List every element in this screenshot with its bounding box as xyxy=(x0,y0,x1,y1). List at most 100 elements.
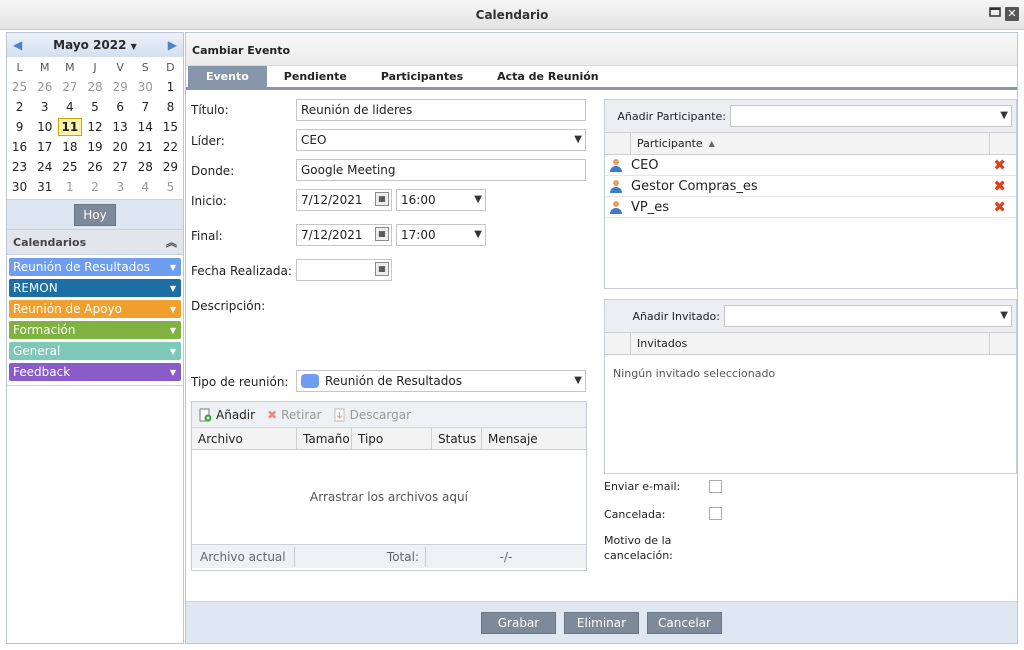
calendar-day[interactable]: 12 xyxy=(82,117,107,137)
donde-input[interactable]: Google Meeting xyxy=(296,159,586,181)
calendar-day[interactable]: 26 xyxy=(82,157,107,177)
calendar-day[interactable]: 6 xyxy=(108,97,133,117)
col-participante[interactable]: Participante ▲ xyxy=(631,133,990,154)
calendar-day[interactable]: 30 xyxy=(133,77,158,97)
final-time-select[interactable]: 17:00 ▼ xyxy=(396,224,486,246)
cancelada-checkbox[interactable] xyxy=(709,507,722,520)
lider-select[interactable]: CEO ▼ xyxy=(296,129,586,151)
final-date-input[interactable]: 7/12/2021 ▦ xyxy=(296,224,392,246)
calendar-day[interactable]: 3 xyxy=(32,97,57,117)
cancel-button[interactable]: Cancelar xyxy=(647,611,722,634)
calendar-day[interactable]: 14 xyxy=(133,117,158,137)
col-mensaje[interactable]: Mensaje xyxy=(482,428,586,449)
calendar-day[interactable]: 28 xyxy=(82,77,107,97)
save-button[interactable]: Grabar xyxy=(481,611,556,634)
participant-row[interactable]: CEO ✖ xyxy=(605,155,1016,176)
today-button[interactable]: Hoy xyxy=(74,203,116,226)
calendar-item[interactable]: Feedback ▼ xyxy=(9,363,181,381)
calendar-day[interactable]: 29 xyxy=(158,157,183,177)
calendar-item[interactable]: Reunión de Apoyo ▼ xyxy=(9,300,181,318)
inicio-date-input[interactable]: 7/12/2021 ▦ xyxy=(296,189,392,211)
collapse-icon[interactable]: ︽ xyxy=(166,234,177,250)
calendar-item[interactable]: Formación ▼ xyxy=(9,321,181,339)
calendar-day[interactable]: 27 xyxy=(57,77,82,97)
calendar-item[interactable]: Reunión de Resultados ▼ xyxy=(9,258,181,276)
calendar-day[interactable]: 25 xyxy=(57,157,82,177)
col-status[interactable]: Status xyxy=(432,428,482,449)
calendar-day[interactable]: 29 xyxy=(108,77,133,97)
calendar-day[interactable]: 1 xyxy=(57,177,82,197)
calendar-day[interactable]: 4 xyxy=(133,177,158,197)
participant-row[interactable]: VP_es ✖ xyxy=(605,197,1016,218)
calendar-day[interactable]: 21 xyxy=(133,137,158,157)
calendar-day[interactable]: 26 xyxy=(32,77,57,97)
download-file-button[interactable]: Descargar xyxy=(334,408,411,422)
calendars-header[interactable]: Calendarios ︽ xyxy=(7,229,183,255)
calendar-picker-icon[interactable]: ▦ xyxy=(375,192,389,206)
delete-button[interactable]: Eliminar xyxy=(564,611,639,634)
calendar-day[interactable]: 31 xyxy=(32,177,57,197)
close-icon[interactable]: ✕ xyxy=(1005,7,1019,21)
delete-participant-icon[interactable]: ✖ xyxy=(993,156,1006,174)
calendar-day[interactable]: 15 xyxy=(158,117,183,137)
calendar-day[interactable]: 10 xyxy=(32,117,57,137)
month-selector[interactable]: Mayo 2022 ▼ xyxy=(53,38,137,52)
delete-participant-icon[interactable]: ✖ xyxy=(993,177,1006,195)
calendar-day[interactable]: 5 xyxy=(158,177,183,197)
inicio-time-select[interactable]: 16:00 ▼ xyxy=(396,189,486,211)
chevron-down-icon[interactable]: ▼ xyxy=(170,368,176,377)
fecha-realizada-input[interactable]: ▦ xyxy=(296,259,392,281)
tab-acta[interactable]: Acta de Reunión xyxy=(480,66,615,87)
calendar-day[interactable]: 27 xyxy=(108,157,133,177)
calendar-day[interactable]: 1 xyxy=(158,77,183,97)
calendar-day[interactable]: 13 xyxy=(108,117,133,137)
calendar-day-today[interactable]: 11 xyxy=(57,117,83,137)
calendar-day[interactable]: 4 xyxy=(57,97,82,117)
calendar-day[interactable]: 25 xyxy=(7,77,32,97)
calendar-day[interactable]: 30 xyxy=(7,177,32,197)
chevron-down-icon[interactable]: ▼ xyxy=(170,263,176,272)
restore-icon[interactable] xyxy=(988,7,1002,21)
calendar-day[interactable]: 16 xyxy=(7,137,32,157)
tab-pendiente[interactable]: Pendiente xyxy=(267,66,364,87)
col-tamano[interactable]: Tamaño xyxy=(297,428,352,449)
tab-evento[interactable]: Evento xyxy=(188,66,267,87)
col-tipo[interactable]: Tipo xyxy=(352,428,432,449)
file-drop-zone[interactable]: Arrastrar los archivos aquí xyxy=(192,450,586,544)
chevron-down-icon[interactable]: ▼ xyxy=(170,284,176,293)
add-participant-select[interactable]: ▼ xyxy=(730,105,1012,127)
add-guest-select[interactable]: ▼ xyxy=(724,305,1012,327)
participant-row[interactable]: Gestor Compras_es ✖ xyxy=(605,176,1016,197)
calendar-day[interactable]: 2 xyxy=(82,177,107,197)
calendar-day[interactable]: 9 xyxy=(7,117,32,137)
add-file-button[interactable]: Añadir xyxy=(198,408,255,422)
prev-month-icon[interactable]: ◀ xyxy=(13,38,22,52)
titulo-input[interactable]: Reunión de lideres xyxy=(296,99,586,121)
calendar-day[interactable]: 19 xyxy=(82,137,107,157)
calendar-item[interactable]: General ▼ xyxy=(9,342,181,360)
calendar-day[interactable]: 20 xyxy=(108,137,133,157)
chevron-down-icon[interactable]: ▼ xyxy=(170,326,176,335)
descripcion-editor[interactable] xyxy=(296,295,586,365)
next-month-icon[interactable]: ▶ xyxy=(168,38,177,52)
col-invitados[interactable]: Invitados xyxy=(631,333,990,354)
tab-participantes[interactable]: Participantes xyxy=(364,66,480,87)
calendar-day[interactable]: 18 xyxy=(57,137,82,157)
remove-file-button[interactable]: ✖ Retirar xyxy=(267,408,322,422)
calendar-day[interactable]: 23 xyxy=(7,157,32,177)
chevron-down-icon[interactable]: ▼ xyxy=(170,347,176,356)
col-archivo[interactable]: Archivo xyxy=(192,428,297,449)
calendar-day[interactable]: 7 xyxy=(133,97,158,117)
email-checkbox[interactable] xyxy=(709,480,722,493)
calendar-picker-icon[interactable]: ▦ xyxy=(375,227,389,241)
calendar-day[interactable]: 8 xyxy=(158,97,183,117)
tipo-select[interactable]: Reunión de Resultados ▼ xyxy=(296,370,586,392)
calendar-picker-icon[interactable]: ▦ xyxy=(375,262,389,276)
calendar-item[interactable]: REMON ▼ xyxy=(9,279,181,297)
calendar-day[interactable]: 22 xyxy=(158,137,183,157)
calendar-day[interactable]: 2 xyxy=(7,97,32,117)
calendar-day[interactable]: 17 xyxy=(32,137,57,157)
calendar-day[interactable]: 3 xyxy=(108,177,133,197)
calendar-day[interactable]: 24 xyxy=(32,157,57,177)
calendar-day[interactable]: 28 xyxy=(133,157,158,177)
